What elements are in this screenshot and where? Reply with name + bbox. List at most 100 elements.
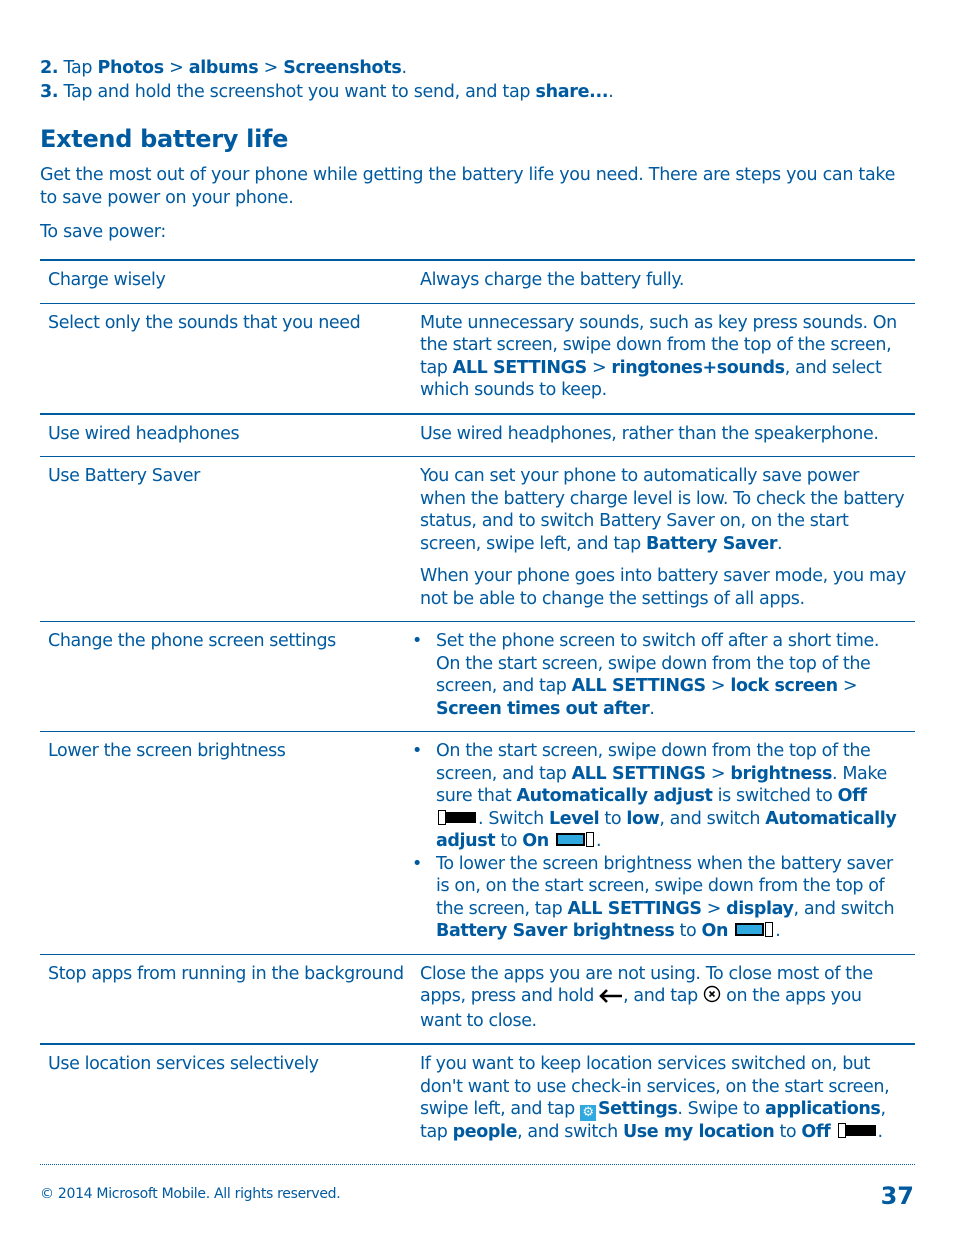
desc-text: , and switch xyxy=(517,1122,623,1142)
desc-text: . xyxy=(649,698,655,719)
page-number: 37 xyxy=(880,1182,914,1210)
bullet-item: • Set the phone screen to switch off afte… xyxy=(412,630,907,720)
step-text: Tap and hold the screenshot you want to … xyxy=(58,82,536,102)
desc-text: . Swipe to xyxy=(677,1099,765,1119)
table-row: Use wired headphones Use wired headphone… xyxy=(40,413,915,457)
desc-bold: applications xyxy=(764,1099,881,1119)
desc-bold: On xyxy=(701,921,729,941)
page-content: 2. Tap Photos > albums > Screenshots. 3.… xyxy=(40,56,915,1155)
desc-bold: Off xyxy=(801,1122,831,1142)
step-text: > xyxy=(163,58,189,78)
desc-bold: Use my location xyxy=(622,1122,775,1142)
desc-text: . xyxy=(775,921,781,941)
desc-bold: ALL SETTINGS xyxy=(571,676,707,696)
to-save-label: To save power: xyxy=(40,222,166,242)
tips-table: Charge wisely Always charge the battery … xyxy=(40,259,915,1155)
row-description: You can set your phone to automatically … xyxy=(412,456,915,622)
toggle-off-icon xyxy=(837,1123,876,1138)
row-label: Use Battery Saver xyxy=(40,456,412,622)
desc-bold: display xyxy=(726,898,794,919)
desc-text: , and tap xyxy=(623,986,703,1006)
desc-text: . Switch xyxy=(478,808,549,829)
step-bold: albums xyxy=(188,58,259,78)
bullet-item: • On the start screen, swipe down from th… xyxy=(412,740,907,853)
bullet-icon: • xyxy=(412,853,422,874)
row-description: Always charge the battery fully. xyxy=(412,260,915,304)
toggle-off-icon xyxy=(438,809,476,825)
close-circle-icon xyxy=(703,985,721,1010)
desc-bold: ALL SETTINGS xyxy=(567,898,702,919)
desc-paragraph: You can set your phone to automatically … xyxy=(420,465,907,555)
toggle-bar xyxy=(735,923,765,936)
row-label: Select only the sounds that you need xyxy=(40,303,412,415)
bullet-list: • On the start screen, swipe down from th… xyxy=(412,740,907,943)
desc-text: . xyxy=(596,831,602,851)
row-label: Use location services selectively xyxy=(48,1054,319,1074)
desc-bold: people xyxy=(452,1122,518,1142)
step-text: . xyxy=(608,82,614,102)
desc-bold: brightness xyxy=(730,763,833,784)
toggle-knob xyxy=(765,922,774,937)
bullet-list: • Set the phone screen to switch off afte… xyxy=(412,630,907,720)
bullet-icon: • xyxy=(412,631,422,651)
desc-paragraph: When your phone goes into battery saver … xyxy=(420,566,906,609)
desc-text: to xyxy=(774,1122,802,1142)
desc-text: to xyxy=(495,831,523,851)
toggle-bar xyxy=(446,811,476,823)
row-label: Charge wisely xyxy=(40,260,412,304)
bullet-icon: • xyxy=(412,741,422,761)
table-row: Stop apps from running in the background… xyxy=(40,954,915,1045)
row-label: Stop apps from running in the background xyxy=(40,954,412,1045)
settings-gear-icon: ⚙ xyxy=(579,1105,596,1121)
step-bold: Screenshots xyxy=(283,58,402,78)
step-3: 3. Tap and hold the screenshot you want … xyxy=(40,80,915,104)
row-description: • Set the phone screen to switch off afte… xyxy=(412,621,915,732)
desc-text: to xyxy=(599,808,627,829)
toggle-knob xyxy=(586,832,595,847)
desc-text: . xyxy=(777,533,783,554)
desc-text: , and switch xyxy=(793,898,895,919)
table-row: Select only the sounds that you need Mut… xyxy=(40,303,915,415)
row-description: If you want to keep location services sw… xyxy=(412,1044,915,1155)
toggle-bar xyxy=(556,833,586,846)
step-2: 2. Tap Photos > albums > Screenshots. xyxy=(40,56,915,80)
desc-bold: Screen times out after xyxy=(436,698,650,719)
step-number: 2. xyxy=(40,58,59,78)
copyright-text: © 2014 Microsoft Mobile. All rights rese… xyxy=(40,1186,341,1202)
row-description: Mute unnecessary sounds, such as key pre… xyxy=(412,303,915,415)
row-label: Lower the screen brightness xyxy=(40,731,412,955)
table-row: Use Battery Saver You can set your phone… xyxy=(40,456,915,622)
desc-text: > xyxy=(701,898,727,919)
footer-divider xyxy=(40,1164,915,1165)
desc-text: > xyxy=(705,676,731,696)
desc-bold: On xyxy=(522,831,549,851)
toggle-on-icon xyxy=(556,832,595,847)
toggle-bar xyxy=(845,1125,876,1136)
desc-bold: Battery Saver brightness xyxy=(436,921,675,941)
row-label: Use wired headphones xyxy=(40,413,412,457)
desc-text: > xyxy=(586,357,612,378)
desc-text: to xyxy=(674,921,702,941)
toggle-on-icon xyxy=(735,922,774,937)
desc-bold: ringtones+sounds xyxy=(611,357,785,378)
table-row: Charge wisely Always charge the battery … xyxy=(40,260,915,304)
desc-bold: Level xyxy=(548,808,600,829)
desc-bold: Settings xyxy=(597,1099,678,1119)
desc-bold: Battery Saver xyxy=(646,533,778,554)
step-number: 3. xyxy=(40,82,59,102)
step-text: . xyxy=(401,58,407,78)
table-row: Lower the screen brightness • On the star… xyxy=(40,731,915,955)
bullet-item: • To lower the screen brightness when the… xyxy=(412,853,907,943)
row-description: • On the start screen, swipe down from th… xyxy=(412,731,915,955)
desc-bold: ALL SETTINGS xyxy=(452,357,588,378)
section-title: Extend battery life xyxy=(40,125,289,153)
desc-text: > xyxy=(705,763,731,784)
step-bold: Photos xyxy=(97,58,165,78)
desc-bold: Off xyxy=(837,786,867,806)
table-row: Change the phone screen settings • Set th… xyxy=(40,621,915,732)
back-arrow-icon xyxy=(599,987,623,1010)
desc-bold: lock screen xyxy=(730,676,838,696)
step-bold: share... xyxy=(535,82,609,102)
toggle-knob xyxy=(837,1123,846,1138)
row-label: Change the phone screen settings xyxy=(40,621,412,732)
